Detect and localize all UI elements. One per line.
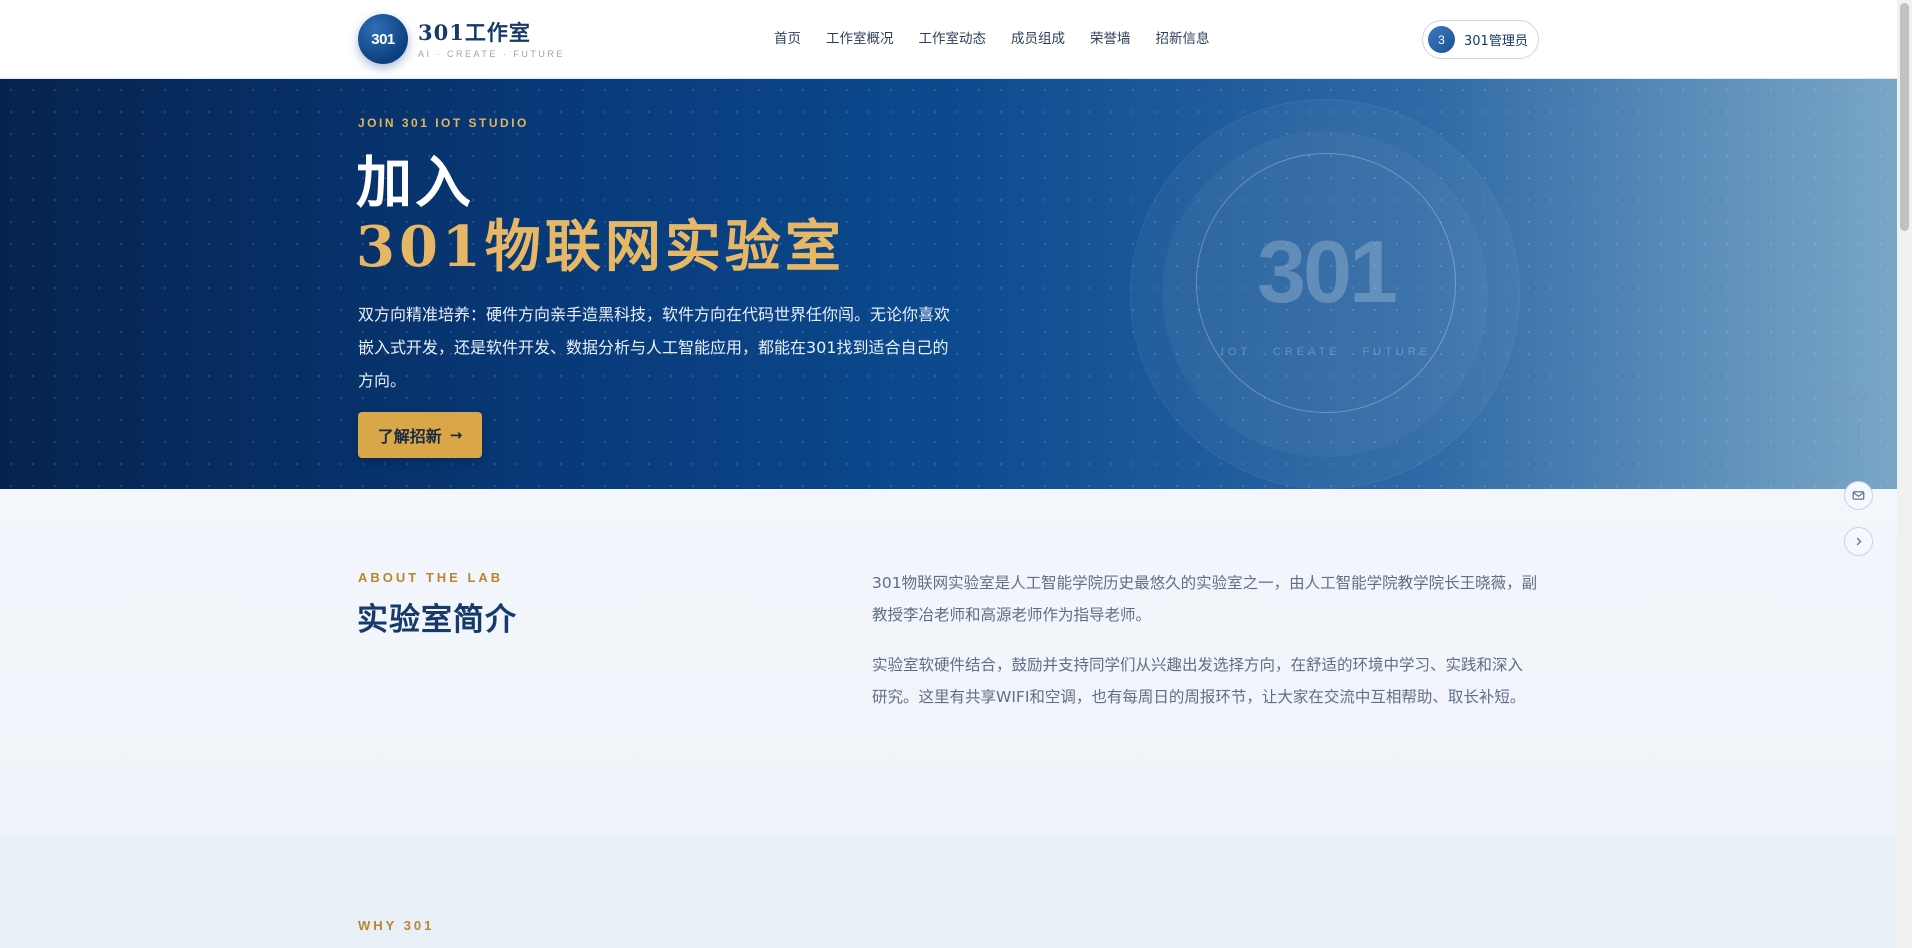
hero-kicker: JOIN 301 IOT STUDIO <box>358 116 529 130</box>
learn-recruit-button[interactable]: 了解招新 → <box>358 412 482 458</box>
about-section: ABOUT THE LAB 实验室简介 301物联网实验室是人工智能学院历史最悠… <box>0 489 1897 837</box>
arrow-right-icon: → <box>449 426 463 444</box>
nav-item-members[interactable]: 成员组成 <box>1011 28 1065 50</box>
hero-section: 301 IOT · CREATE · FUTURE JOIN 301 IOT S… <box>0 79 1897 489</box>
site-header: 301 301工作室 AI · CREATE · FUTURE 首页 工作室概况… <box>0 0 1897 79</box>
brand-name[interactable]: 301工作室 <box>418 20 565 46</box>
hero-description: 双方向精准培养：硬件方向亲手造黑科技，软件方向在代码世界任你闯。无论你喜欢嵌入式… <box>358 305 951 390</box>
hero-title-line2: 301物联网实验室 <box>356 214 845 280</box>
chevron-right-icon <box>1856 537 1862 546</box>
why-kicker: WHY 301 <box>358 918 435 933</box>
about-text: 301物联网实验室是人工智能学院历史最悠久的实验室之一，由人工智能学院教学院长王… <box>872 567 1538 731</box>
next-button[interactable] <box>1844 527 1873 556</box>
mail-button[interactable] <box>1844 481 1873 510</box>
why-section: WHY 301 <box>0 837 1897 948</box>
admin-name: 301管理员 <box>1464 34 1528 49</box>
learn-recruit-label: 了解招新 <box>377 427 442 446</box>
emblem-number: 301 <box>1257 222 1398 321</box>
about-paragraph-2: 实验室软硬件结合，鼓励并支持同学们从兴趣出发选择方向，在舒适的环境中学习、实践和… <box>872 656 1526 706</box>
mail-icon <box>1852 491 1865 500</box>
brand[interactable]: 301 301工作室 AI · CREATE · FUTURE <box>358 14 565 64</box>
hero-title-line1: 加入 <box>356 150 474 216</box>
side-label: 301 STUDIO <box>1836 381 1871 403</box>
brand-logo[interactable]: 301 <box>358 14 408 64</box>
side-divider <box>1858 421 1859 465</box>
about-paragraph-1: 301物联网实验室是人工智能学院历史最悠久的实验室之一，由人工智能学院教学院长王… <box>872 574 1538 624</box>
nav-item-recruit[interactable]: 招新信息 <box>1156 28 1210 50</box>
about-title: 实验室简介 <box>357 602 517 638</box>
hero-dot-pattern <box>0 79 1897 489</box>
nav-item-home[interactable]: 首页 <box>774 28 801 50</box>
emblem-subtitle: IOT · CREATE · FUTURE <box>1220 346 1432 358</box>
about-kicker: ABOUT THE LAB <box>358 570 504 585</box>
nav-item-honors[interactable]: 荣誉墙 <box>1090 28 1131 50</box>
scrollbar-thumb[interactable] <box>1900 3 1909 231</box>
brand-subtitle: AI · CREATE · FUTURE <box>418 48 565 59</box>
main-nav: 首页 工作室概况 工作室动态 成员组成 荣誉墙 招新信息 <box>774 28 1235 50</box>
admin-menu-button[interactable]: 3 301管理员 <box>1422 20 1539 59</box>
nav-item-news[interactable]: 工作室动态 <box>919 28 987 50</box>
avatar: 3 <box>1428 26 1455 53</box>
brand-text: 301工作室 AI · CREATE · FUTURE <box>418 20 565 59</box>
nav-item-overview[interactable]: 工作室概况 <box>826 28 894 50</box>
